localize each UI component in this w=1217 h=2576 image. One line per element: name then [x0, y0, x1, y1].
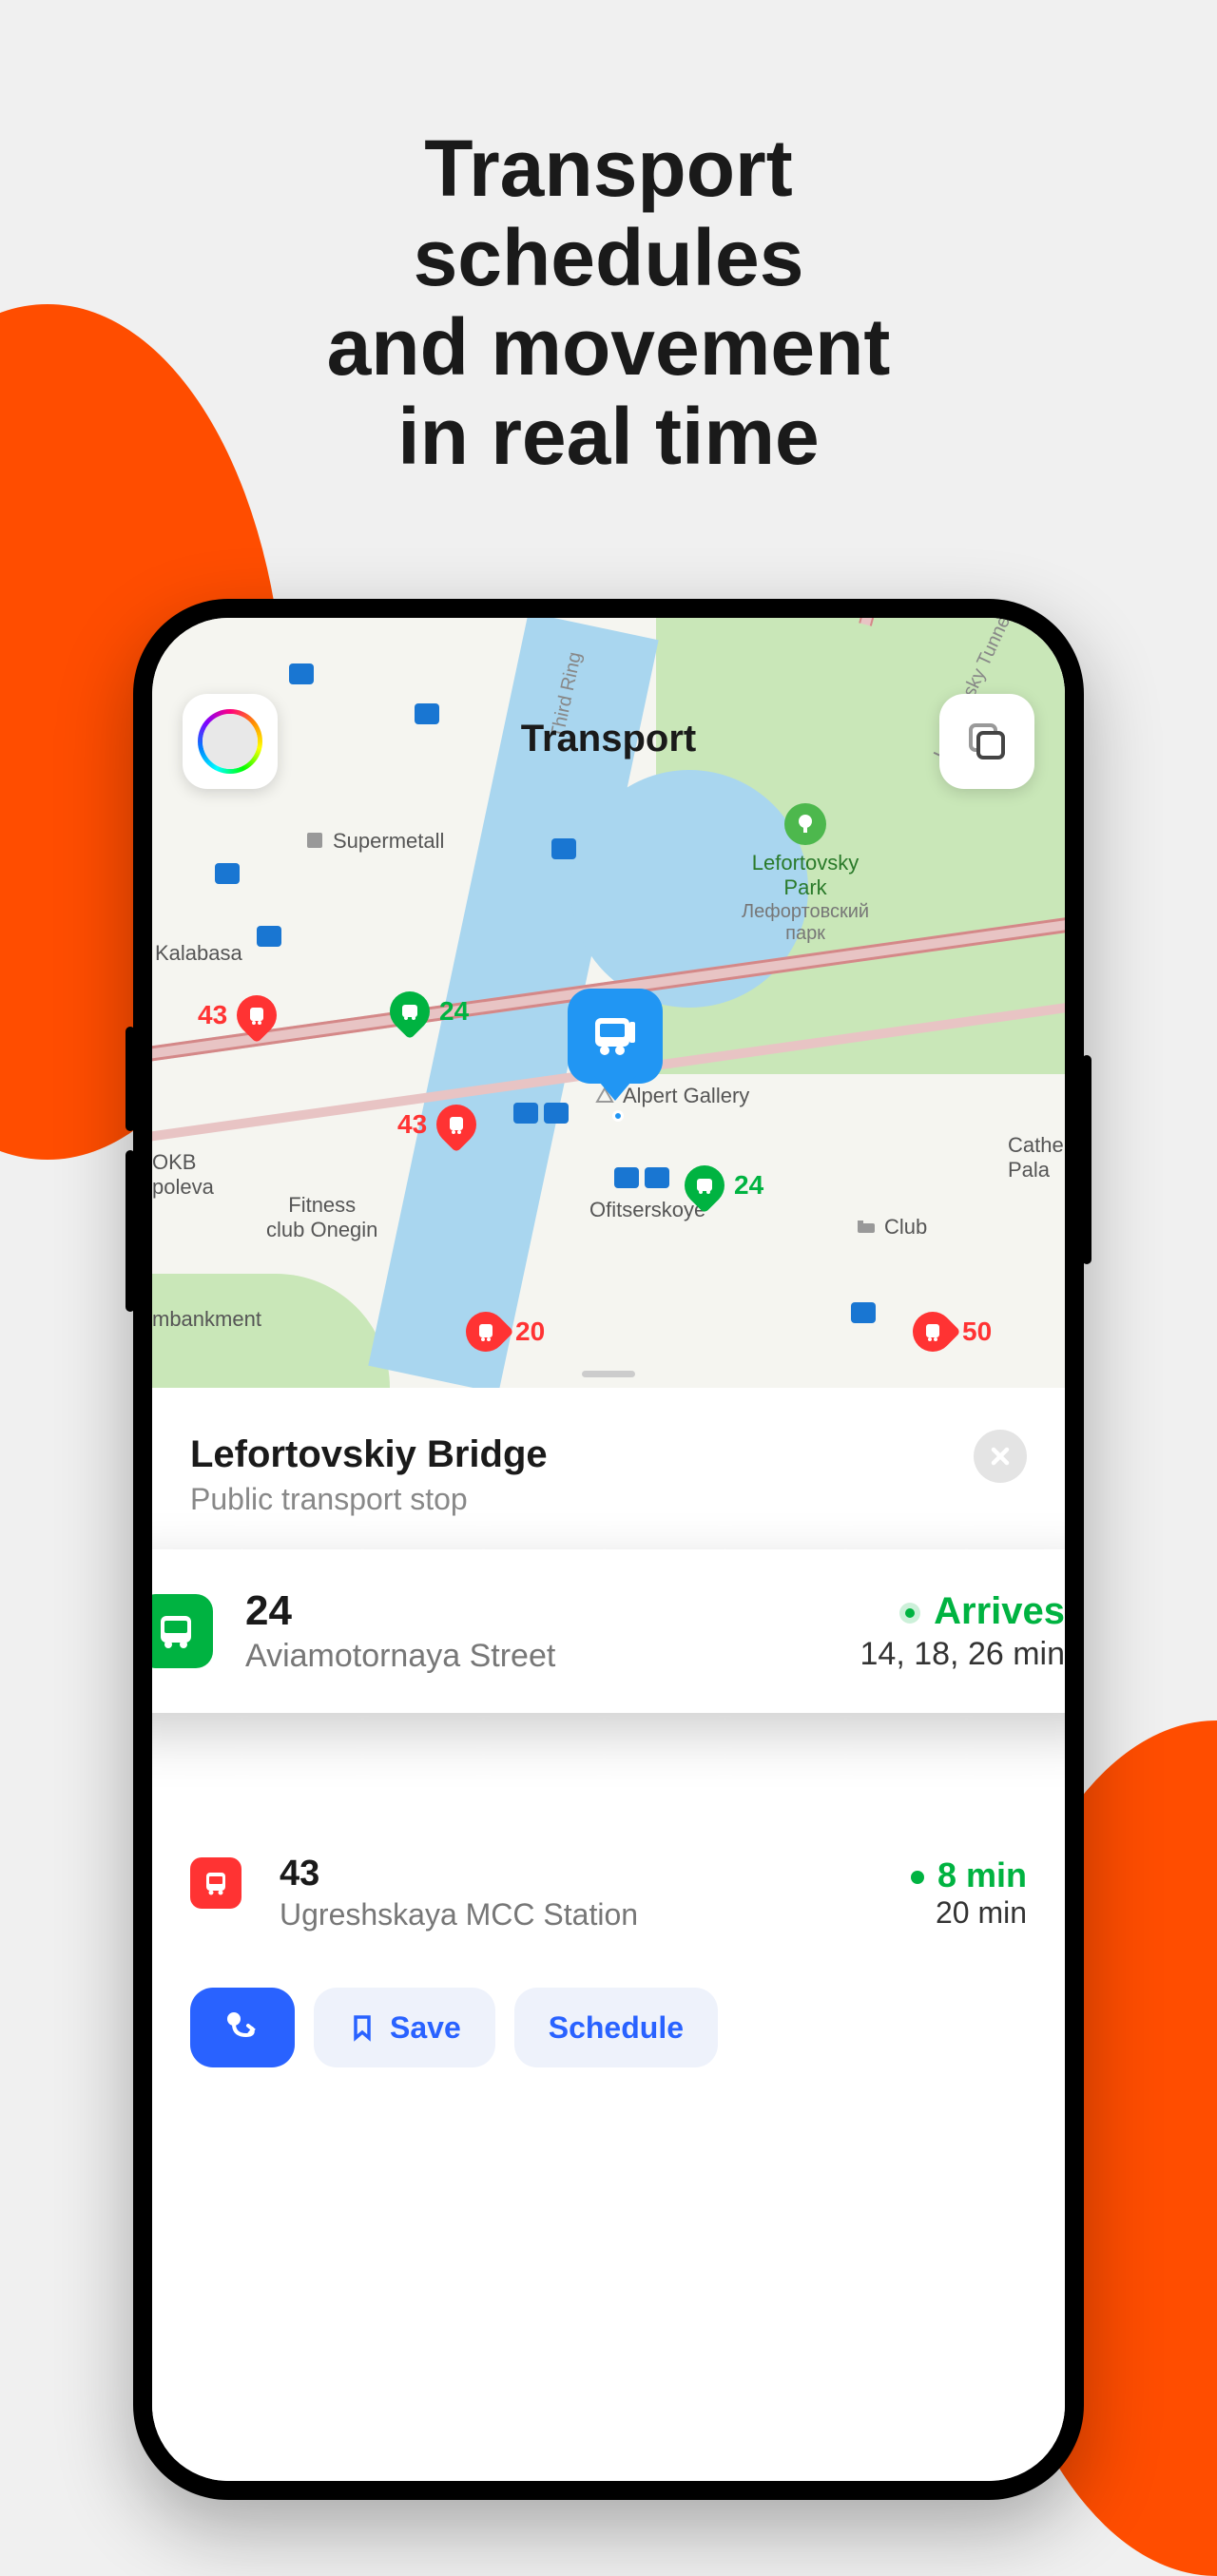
live-dot-icon — [911, 1871, 924, 1884]
tram-icon — [228, 987, 284, 1043]
bottom-sheet[interactable]: Lefortovskiy Bridge Public transport sto… — [152, 1388, 1065, 2481]
tram-icon — [904, 1303, 960, 1359]
arrival-next: 8 min — [911, 1855, 1027, 1895]
route-number: 43 — [280, 1854, 911, 1894]
bus-icon — [381, 983, 437, 1039]
arrival-times: 14, 18, 26 min — [860, 1636, 1065, 1673]
route-card-24[interactable]: 24 Aviamotornaya Street Arrives 14, 18, … — [152, 1549, 1065, 1713]
stop-marker-icon[interactable] — [289, 663, 314, 684]
close-icon — [989, 1445, 1012, 1468]
route-button[interactable] — [190, 1988, 295, 2067]
route-number: 24 — [245, 1587, 860, 1635]
route-destination: Ugreshskaya MCC Station — [280, 1897, 911, 1932]
promo-headline: Transport schedules and movement in real… — [304, 124, 913, 481]
stop-marker-icon[interactable] — [215, 863, 240, 884]
tree-icon — [784, 803, 826, 845]
poi-supermetall[interactable]: Supermetall — [304, 829, 444, 855]
route-card-43[interactable]: 43 Ugreshskaya MCC Station 8 min 20 min — [152, 1831, 1065, 1955]
sheet-drag-handle[interactable] — [582, 1371, 635, 1377]
stop-marker-icon[interactable] — [257, 926, 281, 947]
map-mode-title: Transport — [521, 718, 696, 760]
stop-marker-icon[interactable] — [851, 1302, 876, 1323]
selected-stop-dot — [612, 1110, 624, 1122]
bus-icon — [676, 1157, 732, 1213]
poi-okb[interactable]: OKB poleva — [152, 1150, 214, 1200]
tram-icon — [428, 1096, 484, 1152]
action-bar: Save Schedule — [152, 1955, 1065, 2100]
park-name: Lefortovsky Park — [742, 851, 869, 901]
bus-icon — [152, 1594, 213, 1668]
map-canvas[interactable]: Lefortovsky Tunnel Third Ring Transport … — [152, 618, 1065, 1388]
arrival-after: 20 min — [911, 1895, 1027, 1931]
vehicle-marker-50[interactable]: 50 — [913, 1312, 992, 1352]
layers-icon — [965, 720, 1009, 763]
stop-marker-icon[interactable] — [645, 1167, 669, 1188]
bookmark-icon — [348, 2013, 377, 2042]
vehicle-marker-24-b[interactable]: 24 — [685, 1165, 763, 1205]
stop-header: Lefortovskiy Bridge Public transport sto… — [152, 1388, 1065, 1549]
vehicle-marker-43-b[interactable]: 43 — [397, 1105, 476, 1144]
phone-screen: Lefortovsky Tunnel Third Ring Transport … — [152, 618, 1065, 2481]
route-destination: Aviamotornaya Street — [245, 1638, 860, 1675]
stop-marker-icon[interactable] — [513, 1103, 538, 1124]
close-button[interactable] — [974, 1430, 1027, 1483]
tram-icon — [190, 1857, 241, 1909]
poi-catherine[interactable]: Cathe Pala — [1008, 1133, 1064, 1182]
stop-subtitle: Public transport stop — [190, 1482, 548, 1517]
avatar-ring-icon — [198, 709, 262, 774]
vehicle-marker-24[interactable]: 24 — [390, 991, 469, 1031]
poi-fitness[interactable]: Fitness club Onegin — [266, 1193, 377, 1242]
save-button[interactable]: Save — [314, 1988, 495, 2067]
stop-marker-icon[interactable] — [415, 703, 439, 724]
tram-icon — [457, 1303, 513, 1359]
poi-park[interactable]: Lefortovsky Park Лефортовский парк — [742, 803, 869, 945]
stop-icon — [588, 1009, 643, 1064]
selected-stop-marker[interactable] — [568, 989, 663, 1084]
profile-button[interactable] — [183, 694, 278, 789]
stop-marker-icon[interactable] — [551, 838, 576, 859]
poi-embankment[interactable]: mbankment — [152, 1307, 261, 1332]
vehicle-marker-43[interactable]: 43 — [198, 995, 277, 1035]
phone-frame: Lefortovsky Tunnel Third Ring Transport … — [133, 599, 1084, 2500]
route-icon — [223, 2009, 261, 2047]
stop-marker-icon[interactable] — [614, 1167, 639, 1188]
stop-name: Lefortovskiy Bridge — [190, 1433, 548, 1476]
live-dot-icon — [899, 1603, 920, 1624]
poi-kalabasa[interactable]: Kalabasa — [155, 941, 242, 966]
arrival-status: Arrives — [860, 1590, 1065, 1633]
schedule-button[interactable]: Schedule — [514, 1988, 718, 2067]
park-name-ru: Лефортовский парк — [742, 901, 869, 945]
stop-marker-icon[interactable] — [544, 1103, 569, 1124]
layers-button[interactable] — [939, 694, 1034, 789]
vehicle-marker-20[interactable]: 20 — [466, 1312, 545, 1352]
poi-club[interactable]: Club — [856, 1215, 927, 1240]
